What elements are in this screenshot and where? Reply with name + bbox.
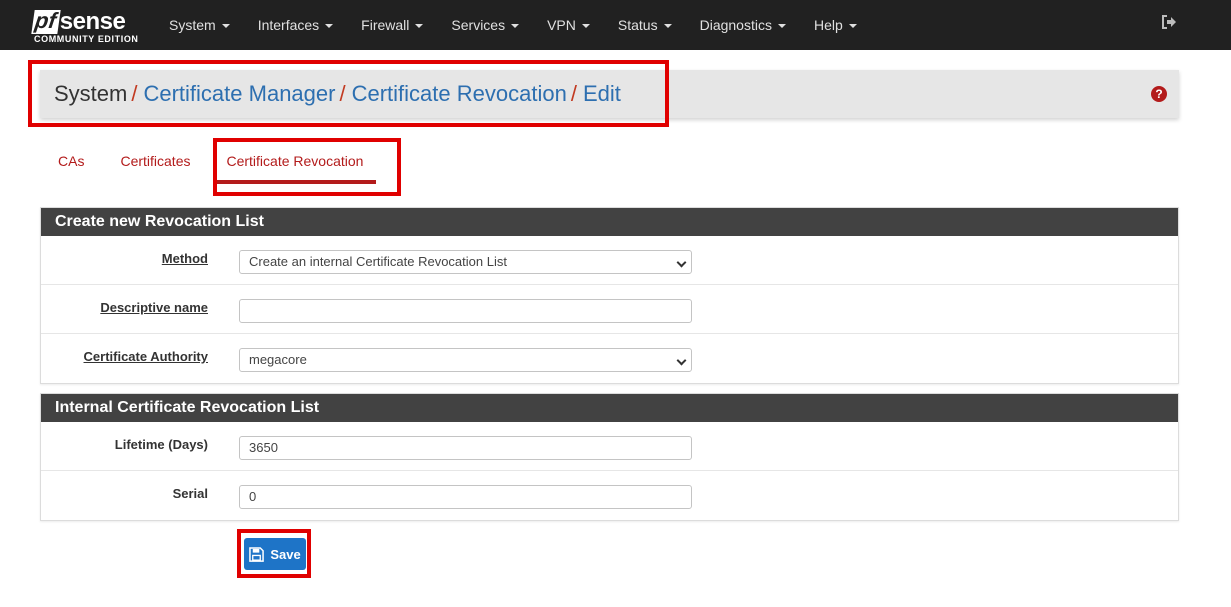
lifetime-label: Lifetime (Days) bbox=[114, 437, 208, 452]
breadcrumb: System / Certificate Manager / Certifica… bbox=[54, 81, 621, 107]
logo-edition: COMMUNITY EDITION bbox=[34, 34, 139, 44]
lifetime-input[interactable]: 3650 bbox=[239, 436, 692, 460]
nav-menu-system[interactable]: System bbox=[155, 0, 244, 50]
caret-down-icon bbox=[581, 24, 590, 28]
descriptive-name-input[interactable] bbox=[239, 299, 692, 323]
tab-cas[interactable]: CAs bbox=[40, 140, 102, 184]
lifetime-row: Lifetime (Days) 3650 bbox=[41, 422, 1178, 471]
caret-down-icon bbox=[325, 24, 334, 28]
nav-menu-interfaces[interactable]: Interfaces bbox=[244, 0, 347, 50]
panel-heading: Create new Revocation List bbox=[41, 208, 1178, 236]
caret-down-icon bbox=[415, 24, 424, 28]
top-navbar: pf sense COMMUNITY EDITION System Interf… bbox=[0, 0, 1231, 50]
method-row: Method Create an internal Certificate Re… bbox=[41, 236, 1178, 285]
breadcrumb-bar: System / Certificate Manager / Certifica… bbox=[40, 70, 1179, 118]
tab-certificates[interactable]: Certificates bbox=[102, 140, 208, 184]
breadcrumb-certificate-revocation[interactable]: Certificate Revocation bbox=[352, 81, 567, 107]
certificate-authority-label: Certificate Authority bbox=[83, 349, 208, 364]
certificate-authority-value: megacore bbox=[249, 352, 307, 367]
method-select[interactable]: Create an internal Certificate Revocatio… bbox=[239, 250, 692, 274]
caret-down-icon bbox=[511, 24, 520, 28]
internal-crl-panel: Internal Certificate Revocation List Lif… bbox=[40, 393, 1179, 521]
nav-menu-status[interactable]: Status bbox=[604, 0, 686, 50]
caret-down-icon bbox=[848, 24, 857, 28]
sign-out-icon[interactable] bbox=[1161, 14, 1179, 32]
breadcrumb-system: System bbox=[54, 81, 128, 106]
breadcrumb-edit[interactable]: Edit bbox=[583, 81, 621, 107]
nav-label: VPN bbox=[547, 17, 576, 33]
caret-down-icon bbox=[777, 24, 786, 28]
breadcrumb-certificate-manager[interactable]: Certificate Manager bbox=[143, 81, 335, 107]
nav-menu-services[interactable]: Services bbox=[437, 0, 533, 50]
serial-input[interactable]: 0 bbox=[239, 485, 692, 509]
nav-menu-help[interactable]: Help bbox=[800, 0, 871, 50]
nav-label: Help bbox=[813, 17, 843, 33]
method-select-value: Create an internal Certificate Revocatio… bbox=[249, 254, 507, 269]
tab-certificate-revocation[interactable]: Certificate Revocation bbox=[208, 140, 381, 184]
caret-down-icon bbox=[663, 24, 672, 28]
nav-label: Diagnostics bbox=[699, 17, 772, 33]
caret-down-icon bbox=[221, 24, 230, 28]
chevron-down-icon bbox=[671, 349, 691, 371]
nav-label: Firewall bbox=[361, 17, 410, 33]
breadcrumb-separator: / bbox=[339, 81, 346, 106]
question-circle-icon[interactable]: ? bbox=[1151, 86, 1167, 102]
logo-suffix: sense bbox=[59, 8, 126, 35]
save-button[interactable]: Save bbox=[244, 538, 306, 570]
logo-prefix: pf bbox=[31, 8, 61, 34]
tab-label: Certificates bbox=[120, 153, 191, 169]
descriptive-name-row: Descriptive name bbox=[41, 285, 1178, 334]
descriptive-name-label: Descriptive name bbox=[100, 300, 208, 315]
serial-label: Serial bbox=[172, 486, 208, 501]
nav-menu-firewall[interactable]: Firewall bbox=[347, 0, 437, 50]
save-label: Save bbox=[270, 546, 301, 562]
nav-label: System bbox=[169, 17, 216, 33]
nav-menu-diagnostics[interactable]: Diagnostics bbox=[686, 0, 800, 50]
main-menu: System Interfaces Firewall Services VPN … bbox=[155, 0, 871, 50]
panel-heading: Internal Certificate Revocation List bbox=[41, 394, 1178, 422]
create-revocation-panel: Create new Revocation List Method Create… bbox=[40, 207, 1179, 384]
nav-label: Status bbox=[617, 17, 658, 33]
method-label: Method bbox=[161, 251, 208, 266]
certificate-authority-row: Certificate Authority megacore bbox=[41, 334, 1178, 383]
breadcrumb-separator: / bbox=[570, 81, 577, 106]
breadcrumb-separator: / bbox=[131, 81, 138, 106]
serial-row: Serial 0 bbox=[41, 471, 1178, 520]
tab-label: Certificate Revocation bbox=[226, 153, 364, 169]
certificate-authority-select[interactable]: megacore bbox=[239, 348, 692, 372]
nav-label: Services bbox=[451, 17, 506, 33]
nav-label: Interfaces bbox=[257, 17, 320, 33]
active-tab-indicator bbox=[213, 180, 377, 184]
pfsense-logo[interactable]: pf sense COMMUNITY EDITION bbox=[31, 6, 143, 46]
chevron-down-icon bbox=[671, 251, 691, 273]
save-icon bbox=[249, 546, 265, 562]
nav-menu-vpn[interactable]: VPN bbox=[533, 0, 604, 50]
tab-label: CAs bbox=[58, 153, 85, 169]
tab-bar: CAs Certificates Certificate Revocation bbox=[40, 140, 381, 184]
